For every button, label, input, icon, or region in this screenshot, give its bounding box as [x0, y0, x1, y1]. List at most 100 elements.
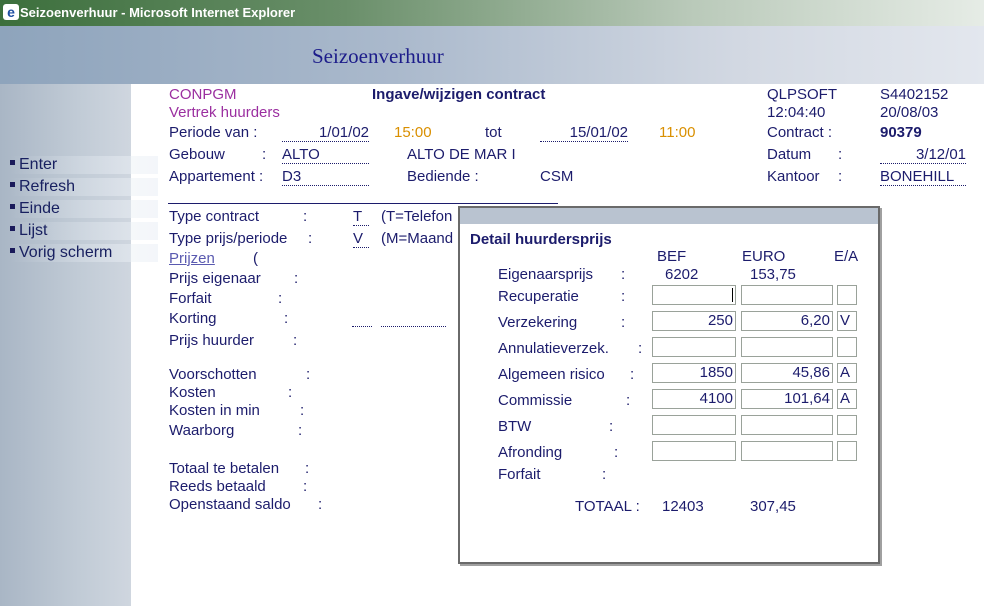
appartement-field[interactable]: D3: [282, 168, 369, 186]
periode-to-time[interactable]: 11:00: [659, 124, 695, 141]
app-banner: Seizoenverhuur: [0, 26, 984, 84]
forfait-colon: :: [278, 290, 283, 307]
prijs-eigenaar-label: Prijs eigenaar: [169, 270, 261, 287]
gebouw-name: ALTO DE MAR I: [407, 146, 516, 163]
bullet-icon: [10, 204, 15, 210]
commissie-bef-input[interactable]: 4100: [652, 389, 736, 409]
prijs-huurder-colon: :: [293, 332, 298, 349]
btw-bef-input[interactable]: [652, 415, 736, 435]
detail-forfait-colon: :: [602, 466, 607, 483]
type-prijs-colon: :: [308, 230, 313, 247]
afronding-label: Afronding: [498, 444, 563, 461]
voorschotten-colon: :: [306, 366, 311, 383]
periode-to-field[interactable]: 15/01/02: [540, 124, 628, 142]
gebouw-code-field[interactable]: ALTO: [282, 146, 369, 164]
verzekering-colon: :: [621, 314, 626, 331]
recuperatie-ea-input[interactable]: [837, 285, 857, 305]
voorschotten-label: Voorschotten: [169, 366, 257, 383]
program-code: CONPGM: [169, 86, 237, 103]
datum-field[interactable]: 3/12/01: [880, 146, 966, 164]
bullet-icon: [10, 226, 15, 232]
kosten-in-min-colon: :: [300, 402, 305, 419]
prijs-eigenaar-colon: :: [294, 270, 299, 287]
commissie-ea-input[interactable]: A: [837, 389, 857, 409]
afronding-bef-input[interactable]: [652, 441, 736, 461]
current-time: 12:04:40: [767, 104, 826, 121]
menu-item-label: Vorig scherm: [19, 244, 113, 261]
gebouw-label: Gebouw: [169, 146, 225, 163]
commissie-colon: :: [626, 392, 631, 409]
korting-pct-field[interactable]: [352, 310, 372, 327]
bullet-icon: [10, 160, 15, 166]
algemeen-risico-bef-input[interactable]: 1850: [652, 363, 736, 383]
totaal-te-betalen-label: Totaal te betalen: [169, 460, 280, 477]
commissie-label: Commissie: [498, 392, 573, 409]
gebouw-colon: :: [262, 146, 267, 163]
recuperatie-euro-input[interactable]: [741, 285, 833, 305]
btw-label: BTW: [498, 418, 532, 435]
menu-item-label: Enter: [19, 156, 58, 173]
annulatieverzekering-label: Annulatieverzek.: [498, 340, 609, 357]
recuperatie-colon: :: [621, 288, 626, 305]
col-header-euro: EURO: [742, 248, 786, 265]
annulatieverzekering-ea-input[interactable]: [837, 337, 857, 357]
detail-forfait-label: Forfait: [498, 466, 541, 483]
periode-from-time[interactable]: 15:00: [394, 124, 432, 141]
menu-item-refresh[interactable]: Refresh: [10, 178, 158, 196]
menu-item-enter[interactable]: Enter: [10, 156, 158, 174]
eigenaarsprijs-bef: 6202: [665, 266, 699, 283]
annulatieverzekering-euro-input[interactable]: [741, 337, 833, 357]
annulatieverzekering-bef-input[interactable]: [652, 337, 736, 357]
internet-explorer-icon: e: [3, 4, 19, 20]
totaal-label: TOTAAL :: [575, 498, 640, 515]
korting-colon: :: [284, 310, 289, 327]
type-prijs-field[interactable]: V: [353, 230, 369, 248]
menu-item-vorig-scherm[interactable]: Vorig scherm: [10, 244, 158, 262]
afronding-ea-input[interactable]: [837, 441, 857, 461]
eigenaarsprijs-label: Eigenaarsprijs: [498, 266, 594, 283]
menu-item-lijst[interactable]: Lijst: [10, 222, 158, 240]
prijs-huurder-label: Prijs huurder: [169, 332, 255, 349]
algemeen-risico-euro-input[interactable]: 45,86: [741, 363, 833, 383]
kosten-in-min-label: Kosten in min: [169, 402, 260, 419]
btw-ea-input[interactable]: [837, 415, 857, 435]
menu-item-label: Einde: [19, 200, 60, 217]
bullet-icon: [10, 248, 15, 254]
periode-from-field[interactable]: 1/01/02: [282, 124, 369, 142]
btw-euro-input[interactable]: [741, 415, 833, 435]
commissie-euro-input[interactable]: 101,64: [741, 389, 833, 409]
algemeen-risico-colon: :: [630, 366, 635, 383]
menu-item-einde[interactable]: Einde: [10, 200, 158, 218]
openstaand-saldo-label: Openstaand saldo: [169, 496, 291, 513]
recuperatie-bef-input[interactable]: [652, 285, 736, 305]
menu-item-label: Refresh: [19, 178, 76, 195]
type-contract-field[interactable]: T: [353, 208, 369, 226]
openstaand-saldo-colon: :: [318, 496, 323, 513]
reeds-betaald-colon: :: [303, 478, 308, 495]
korting-amount-field[interactable]: [381, 310, 446, 327]
verzekering-bef-input[interactable]: 250: [652, 311, 736, 331]
afronding-euro-input[interactable]: [741, 441, 833, 461]
datum-colon: :: [838, 146, 843, 163]
kantoor-label: Kantoor: [767, 168, 820, 185]
eigenaarsprijs-euro: 153,75: [750, 266, 796, 283]
type-contract-colon: :: [303, 208, 308, 225]
algemeen-risico-ea-input[interactable]: A: [837, 363, 857, 383]
appartement-label: Appartement :: [169, 168, 264, 185]
prijzen-paren: (: [253, 250, 258, 267]
verzekering-ea-input[interactable]: V: [837, 311, 857, 331]
waarborg-colon: :: [298, 422, 303, 439]
type-contract-label: Type contract: [169, 208, 260, 225]
section-divider: [168, 203, 558, 204]
kantoor-field[interactable]: BONEHILL: [880, 168, 966, 186]
totaal-te-betalen-colon: :: [305, 460, 310, 477]
type-prijs-label: Type prijs/periode: [169, 230, 288, 247]
datum-label: Datum: [767, 146, 812, 163]
periode-label: Periode van :: [169, 124, 258, 141]
prijzen-link[interactable]: Prijzen: [169, 250, 215, 267]
text-cursor: [732, 288, 733, 303]
dialog-title-bar[interactable]: [460, 208, 878, 224]
type-contract-description: (T=Telefon: [381, 208, 453, 225]
btw-colon: :: [609, 418, 614, 435]
verzekering-euro-input[interactable]: 6,20: [741, 311, 833, 331]
